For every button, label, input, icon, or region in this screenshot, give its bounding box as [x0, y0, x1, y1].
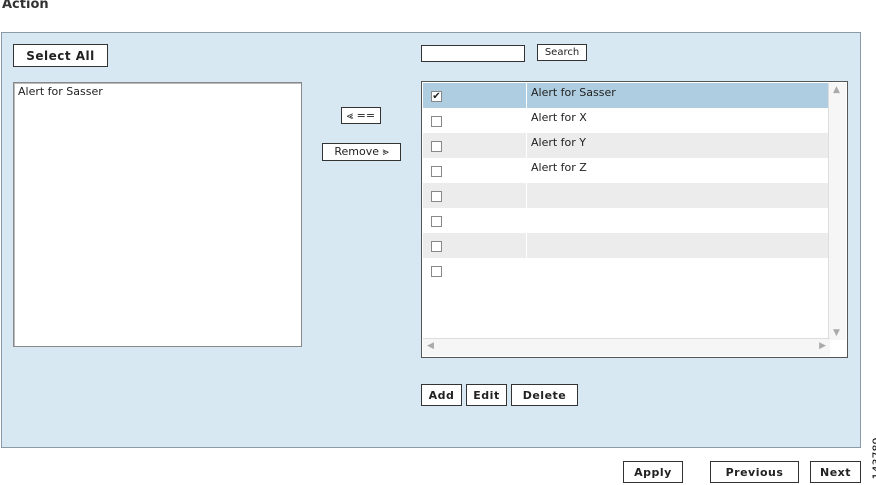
- checkbox-cell: [423, 233, 527, 258]
- list-item[interactable]: Alert for Sasser: [18, 85, 297, 98]
- checkbox-cell: [423, 258, 527, 283]
- alert-name: [527, 208, 830, 233]
- figure-id: 143789: [870, 437, 876, 480]
- alerts-table: Alert for Z Alert for Y Alert for X ✔ Alert …: [421, 81, 848, 358]
- alert-name: [527, 233, 830, 258]
- search-input[interactable]: [421, 45, 525, 62]
- checkbox-cell: [423, 208, 527, 233]
- table-row[interactable]: [423, 183, 830, 208]
- alert-name: Alert for X: [531, 111, 587, 124]
- row-checkbox[interactable]: [431, 116, 442, 127]
- row-checkbox[interactable]: [431, 166, 442, 177]
- remove-button[interactable]: Remove ⪢: [322, 143, 401, 161]
- page-title: Action: [2, 0, 49, 12]
- alert-name: Alert for Z: [531, 161, 587, 174]
- apply-button[interactable]: Apply: [623, 461, 683, 483]
- table-row[interactable]: [423, 233, 830, 258]
- table-row[interactable]: Alert for X: [423, 108, 830, 133]
- row-checkbox[interactable]: [431, 241, 442, 252]
- table-row[interactable]: Alert for Y: [423, 133, 830, 158]
- edit-button[interactable]: Edit: [466, 384, 507, 406]
- row-checkbox[interactable]: ✔: [431, 91, 442, 102]
- checkbox-cell: ✔: [423, 83, 527, 108]
- add-to-selected-button[interactable]: ⪡ ==: [341, 107, 381, 124]
- table-row[interactable]: Alert for Z: [423, 158, 830, 183]
- horizontal-scrollbar[interactable]: ◀ ▶: [423, 338, 830, 356]
- alert-name: [527, 183, 830, 208]
- checkbox-cell: [423, 133, 527, 158]
- table-row[interactable]: ✔ Alert for Sasser: [423, 83, 830, 108]
- alert-name: [527, 258, 830, 283]
- search-button[interactable]: Search: [537, 44, 587, 61]
- row-checkbox[interactable]: [431, 216, 442, 227]
- previous-button[interactable]: Previous: [710, 461, 799, 483]
- row-checkbox[interactable]: [431, 266, 442, 277]
- checkbox-cell: [423, 158, 527, 183]
- vertical-scrollbar[interactable]: ▲ ▼: [828, 83, 846, 340]
- checkbox-cell: [423, 183, 527, 208]
- table-row[interactable]: [423, 258, 830, 283]
- alert-name: Alert for Sasser: [531, 86, 616, 99]
- table-row[interactable]: [423, 208, 830, 233]
- delete-button[interactable]: Delete: [511, 384, 578, 406]
- row-checkbox[interactable]: [431, 141, 442, 152]
- add-button[interactable]: Add: [421, 384, 462, 406]
- available-list[interactable]: Alert for Sasser: [13, 82, 302, 347]
- next-button[interactable]: Next: [810, 461, 861, 483]
- row-checkbox[interactable]: [431, 191, 442, 202]
- alert-name: Alert for Y: [531, 136, 587, 149]
- select-all-button[interactable]: Select All: [13, 44, 108, 67]
- checkbox-cell: [423, 108, 527, 133]
